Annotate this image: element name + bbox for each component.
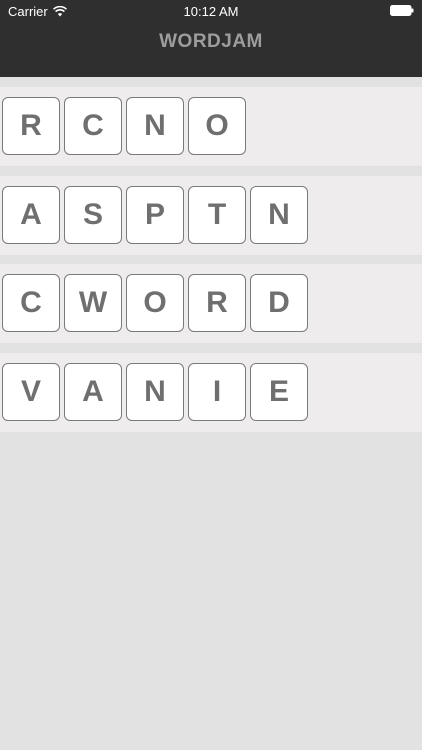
word-row-2[interactable]: A S P T N	[0, 176, 422, 255]
letter-tile[interactable]: D	[250, 274, 308, 332]
letter-tile[interactable]: R	[188, 274, 246, 332]
word-row-4[interactable]: V A N I E	[0, 353, 422, 432]
letter-tile[interactable]: A	[2, 186, 60, 244]
tile-group-2: A S P T N	[2, 186, 308, 244]
letter-tile[interactable]: W	[64, 274, 122, 332]
tile-group-4: V A N I E	[2, 363, 308, 421]
letter-tile[interactable]: S	[64, 186, 122, 244]
letter-tile[interactable]: O	[188, 97, 246, 155]
letter-tile[interactable]: C	[64, 97, 122, 155]
letter-tile[interactable]: C	[2, 274, 60, 332]
letter-tile[interactable]: N	[250, 186, 308, 244]
tile-group-1: R C N O	[2, 97, 246, 155]
letter-tile[interactable]: A	[64, 363, 122, 421]
letter-tile[interactable]: I	[188, 363, 246, 421]
letter-tile[interactable]: N	[126, 97, 184, 155]
letter-tile[interactable]: E	[250, 363, 308, 421]
letter-tile[interactable]: O	[126, 274, 184, 332]
status-bar: Carrier 10:12 AM	[0, 0, 422, 22]
app-header: Carrier 10:12 AM WORDJAM	[0, 0, 422, 77]
tile-group-3: C W O R D	[2, 274, 308, 332]
page-title: WORDJAM	[159, 31, 263, 52]
word-row-1[interactable]: R C N O	[0, 87, 422, 166]
battery-icon	[390, 5, 414, 16]
word-row-3[interactable]: C W O R D	[0, 264, 422, 343]
letter-tile[interactable]: R	[2, 97, 60, 155]
letter-tile[interactable]: T	[188, 186, 246, 244]
status-time: 10:12 AM	[183, 4, 239, 19]
letter-tile[interactable]: N	[126, 363, 184, 421]
letter-tile[interactable]: P	[126, 186, 184, 244]
letter-tile[interactable]: V	[2, 363, 60, 421]
